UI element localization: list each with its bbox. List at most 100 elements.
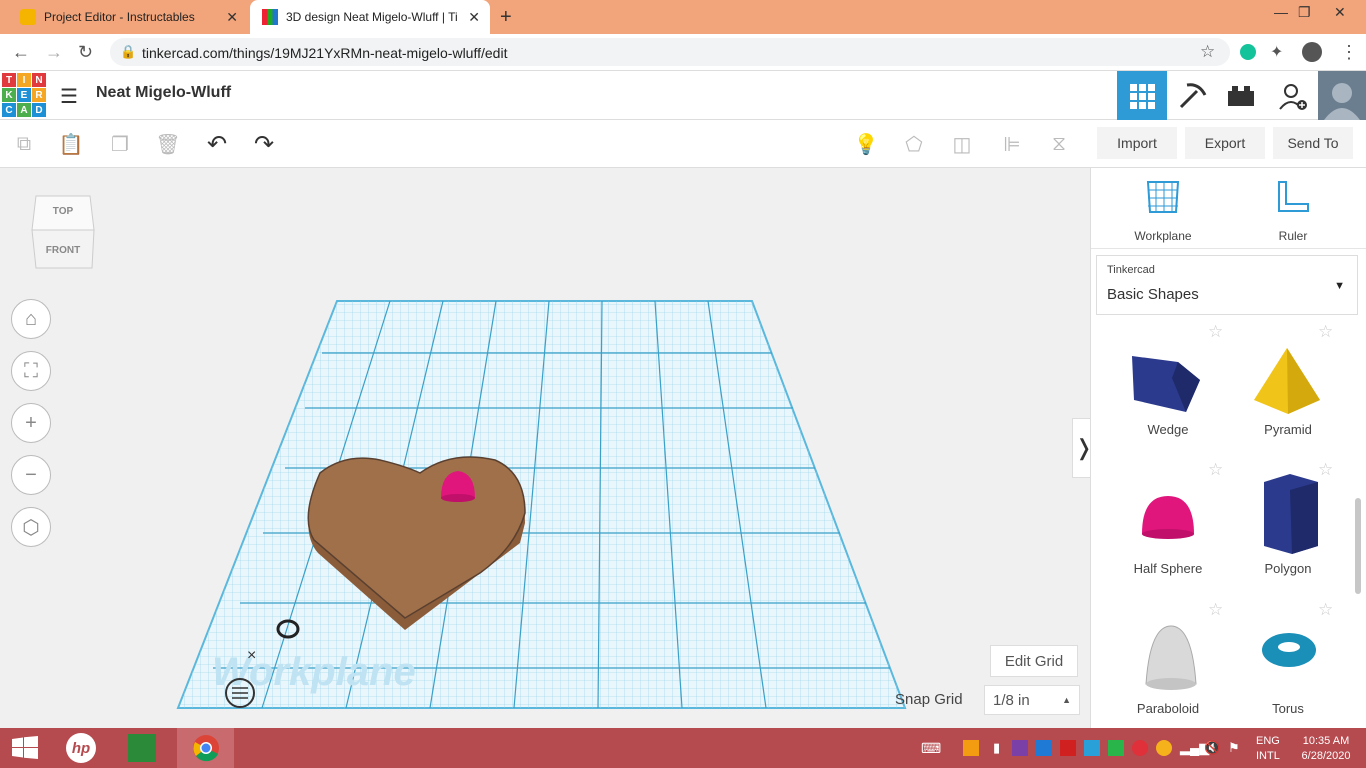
import-button[interactable]: Import — [1097, 127, 1177, 159]
paste-icon[interactable]: 📋 — [57, 130, 85, 158]
shape-category-select[interactable]: Tinkercad Basic Shapes ▼ — [1096, 255, 1358, 315]
shape-polygon[interactable]: ☆ Polygon — [1228, 460, 1348, 584]
url-text[interactable]: tinkercad.com/things/19MJ21YxRMn-neat-mi… — [142, 45, 507, 61]
grammarly-icon[interactable] — [1240, 44, 1256, 60]
close-tab-icon[interactable]: ✕ — [468, 9, 480, 26]
tab-tinkercad[interactable]: 3D design Neat Migelo-Wluff | Ti ✕ — [250, 0, 490, 34]
cube-front-face[interactable]: FRONT — [30, 245, 96, 256]
note-icon[interactable]: ⬠ — [900, 130, 928, 158]
delete-icon[interactable]: 🗑 — [154, 130, 182, 158]
tab-instructables[interactable]: Project Editor - Instructables ✕ — [8, 0, 248, 34]
language-indicator[interactable]: ENG INTL — [1256, 734, 1280, 764]
mirror-icon[interactable]: ⧖ — [1045, 130, 1073, 158]
bitdefender-icon[interactable] — [1132, 740, 1148, 756]
zoom-out-button[interactable]: − — [11, 455, 51, 495]
store-icon[interactable] — [128, 734, 156, 762]
close-x-icon: × — [247, 647, 256, 664]
back-icon[interactable]: ← — [12, 42, 30, 63]
close-window-icon[interactable]: ✕ — [1334, 4, 1346, 21]
paraboloid-icon — [1145, 625, 1197, 690]
chrome-taskbar-button[interactable] — [177, 728, 234, 768]
usb-icon[interactable]: ▮ — [993, 740, 1000, 756]
shape-half-sphere[interactable]: ☆ Half Sphere — [1108, 460, 1228, 584]
home-view-button[interactable]: ⌂ — [11, 299, 51, 339]
favorite-star-icon[interactable]: ☆ — [1318, 600, 1333, 620]
3d-canvas[interactable]: Workplane × TOP FRONT ⌂ ⛶ + − ⬡ ❭ Edit G… — [0, 168, 1096, 728]
profile-avatar[interactable] — [1302, 42, 1322, 62]
windows-start-icon[interactable] — [12, 736, 38, 765]
panel-scrollbar[interactable] — [1355, 498, 1361, 594]
shape-pyramid[interactable]: ☆ Pyramid — [1228, 322, 1348, 446]
export-button[interactable]: Export — [1185, 127, 1265, 159]
check-icon[interactable] — [1108, 740, 1124, 756]
blocks-button[interactable] — [1167, 71, 1217, 120]
update-icon[interactable] — [1156, 740, 1172, 756]
user-avatar[interactable] — [1318, 71, 1366, 120]
ruler-tool[interactable]: Ruler — [1266, 180, 1320, 243]
invite-user-button[interactable] — [1268, 71, 1318, 120]
cube-top-face[interactable]: TOP — [30, 206, 96, 217]
reload-icon[interactable]: ↻ — [78, 42, 93, 63]
ortho-view-button[interactable]: ⬡ — [11, 507, 51, 547]
maximize-icon[interactable]: ❐ — [1298, 4, 1311, 21]
lock-icon: 🔒 — [120, 44, 137, 59]
cube-icon — [31, 195, 95, 269]
instructables-favicon-icon — [20, 9, 36, 25]
add-user-icon — [1279, 83, 1307, 110]
bricks-button[interactable] — [1216, 71, 1266, 120]
sync-icon[interactable] — [1084, 740, 1100, 756]
lightbulb-icon[interactable]: 💡 — [852, 130, 880, 158]
new-tab-button[interactable]: + — [500, 6, 512, 29]
favorite-star-icon[interactable]: ☆ — [1208, 322, 1223, 342]
edit-grid-button[interactable]: Edit Grid — [990, 645, 1078, 677]
hp-icon[interactable]: hp — [66, 733, 96, 763]
tab-title: 3D design Neat Migelo-Wluff | Ti — [286, 10, 458, 24]
snap-grid-select[interactable]: 1/8 in ▲ — [984, 685, 1080, 715]
java-icon[interactable] — [963, 740, 979, 756]
favorite-star-icon[interactable]: ☆ — [1318, 322, 1333, 342]
group-icon[interactable]: ◫ — [948, 130, 976, 158]
pyramid-icon — [1254, 348, 1320, 414]
favorite-star-icon[interactable]: ☆ — [1208, 460, 1223, 480]
forward-icon[interactable]: → — [45, 42, 63, 63]
minimize-icon[interactable]: — — [1274, 4, 1288, 20]
wedge-icon — [1132, 356, 1200, 412]
menu-icon[interactable]: ⋮ — [1340, 42, 1358, 63]
project-name[interactable]: Neat Migelo-Wluff — [96, 84, 231, 102]
shape-wedge[interactable]: ☆ Wedge — [1108, 322, 1228, 446]
shape-paraboloid[interactable]: ☆ Paraboloid — [1108, 600, 1228, 724]
send-to-button[interactable]: Send To — [1273, 127, 1353, 159]
dropdown-arrow-icon: ▼ — [1334, 280, 1345, 292]
bookmark-star-icon[interactable]: ☆ — [1200, 42, 1215, 62]
onenote-icon[interactable] — [1012, 740, 1028, 756]
q-icon[interactable] — [1060, 740, 1076, 756]
shape-torus[interactable]: ☆ Torus — [1228, 600, 1348, 724]
redo-icon[interactable]: ↷ — [250, 130, 278, 158]
3d-view-button[interactable] — [1117, 71, 1167, 120]
workplane-icon — [1146, 181, 1180, 213]
workplane-tool[interactable]: Workplane — [1133, 180, 1193, 243]
close-tab-icon[interactable]: ✕ — [226, 9, 238, 26]
view-cube[interactable]: TOP FRONT — [30, 192, 96, 270]
favorite-star-icon[interactable]: ☆ — [1208, 600, 1223, 620]
shapes-panel: Workplane Ruler Tinkercad Basic Shapes ▼… — [1090, 168, 1366, 728]
grid-icon — [1130, 83, 1155, 109]
extensions-icon[interactable]: ✦ — [1270, 42, 1283, 62]
copy-icon[interactable]: ⧉ — [10, 130, 38, 158]
fit-view-button[interactable]: ⛶ — [11, 351, 51, 391]
keyboard-icon[interactable]: ⌨ — [921, 740, 941, 757]
workplane-grid[interactable]: Workplane × — [0, 168, 1090, 728]
flag-icon[interactable]: ⚑ — [1228, 740, 1240, 756]
volume-muted-icon[interactable]: 🔇 — [1204, 740, 1220, 756]
design-list-icon[interactable]: ☰ — [60, 84, 78, 109]
zoom-in-button[interactable]: + — [11, 403, 51, 443]
undo-icon[interactable]: ↶ — [203, 130, 231, 158]
duplicate-icon[interactable]: ❐ — [106, 130, 134, 158]
half-sphere-icon — [1142, 496, 1194, 539]
tinkercad-favicon-icon — [262, 9, 278, 25]
snowflake-icon[interactable] — [1036, 740, 1052, 756]
chrome-icon — [192, 735, 219, 762]
align-icon[interactable]: ⊫ — [998, 130, 1026, 158]
tinkercad-logo[interactable]: T I N K E R C A D — [2, 73, 46, 117]
clock[interactable]: 10:35 AM 6/28/2020 — [1290, 734, 1362, 764]
